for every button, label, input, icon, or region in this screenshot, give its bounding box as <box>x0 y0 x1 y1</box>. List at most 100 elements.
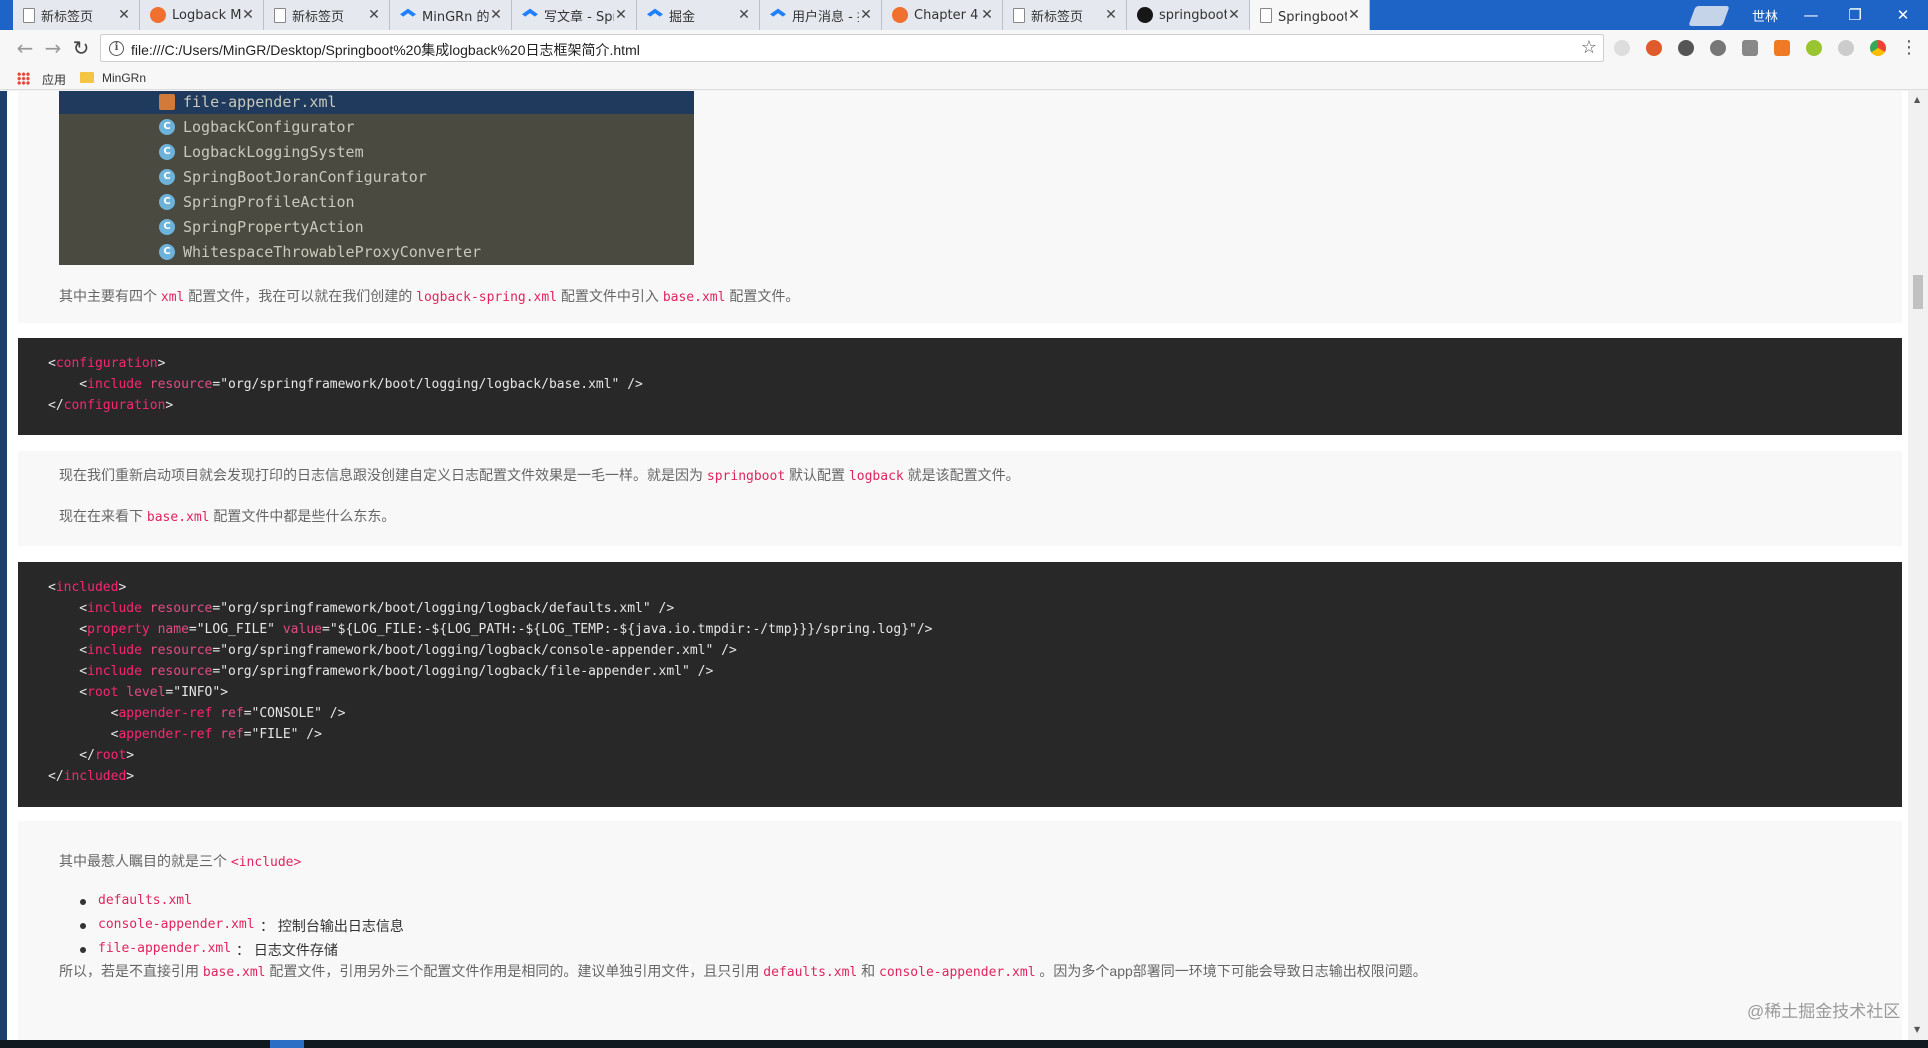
bullet-dot <box>80 947 86 953</box>
browser-tab[interactable]: MinGRn 的个人主页✕ <box>390 0 512 30</box>
code-token: level <box>126 685 166 700</box>
class-icon: C <box>159 219 175 235</box>
code-token: /> <box>619 377 643 392</box>
inline-code: defaults.xml <box>98 893 192 908</box>
vertical-scrollbar[interactable]: ▲ ▼ <box>1908 91 1928 1040</box>
shield-icon[interactable] <box>1742 40 1758 56</box>
code-token: > <box>118 580 127 595</box>
close-icon[interactable]: ✕ <box>859 8 873 22</box>
close-icon[interactable]: ✕ <box>1347 8 1361 22</box>
new-tab-button[interactable] <box>1688 6 1730 26</box>
code-token: /> <box>298 727 322 742</box>
code-line: </root> <box>48 748 134 763</box>
close-icon[interactable]: ✕ <box>117 8 131 22</box>
tree-item-label: WhitespaceThrowableProxyConverter <box>183 243 482 261</box>
browser-tab[interactable]: Springboot 集成✕ <box>1250 0 1370 30</box>
code-token: /> <box>321 706 346 721</box>
code-token: value <box>282 622 322 637</box>
extension-icon[interactable] <box>1774 40 1790 56</box>
code-token: resource <box>149 643 213 658</box>
taskbar-item[interactable] <box>270 1040 304 1048</box>
bookmark-folder-mingrn[interactable]: MinGRn <box>102 71 146 85</box>
minimize-icon[interactable]: — <box>1796 4 1826 26</box>
tab-title: 新标签页 <box>41 9 94 25</box>
tree-item-label: SpringProfileAction <box>183 193 355 211</box>
code-token: > <box>157 356 166 371</box>
close-icon[interactable]: ✕ <box>241 8 255 22</box>
bullet-dot <box>80 923 86 929</box>
close-icon[interactable]: ✕ <box>367 8 381 22</box>
text: 其中最惹人瞩目的就是三个 <box>59 853 231 869</box>
chrome-icon[interactable] <box>1870 40 1886 56</box>
code-token: include <box>87 377 142 392</box>
close-icon[interactable]: ✕ <box>489 8 503 22</box>
extension-icon[interactable] <box>1678 40 1694 56</box>
browser-tab[interactable]: 新标签页 ✕ <box>1003 0 1127 30</box>
code-token: < <box>48 601 88 616</box>
code-token: included <box>63 769 127 784</box>
page-icon <box>274 7 286 23</box>
close-icon[interactable]: ✕ <box>737 8 751 22</box>
code-token: /> <box>689 664 714 679</box>
scroll-up-icon[interactable]: ▲ <box>1914 95 1920 104</box>
content-section: 现在我们重新启动项目就会发现打印的日志信息跟没创建自定义日志配置文件效果是一毛一… <box>18 451 1902 546</box>
tab-title: Logback Manual <box>172 7 241 23</box>
folder-icon[interactable] <box>80 72 94 83</box>
code-token: </ <box>48 769 64 784</box>
url-omnibox[interactable]: i file:///C:/Users/MinGR/Desktop/Springb… <box>100 34 1604 62</box>
browser-tab[interactable]: 掘金 ✕ <box>637 0 760 30</box>
close-icon[interactable]: ✕ <box>980 8 994 22</box>
reload-icon[interactable]: ↻ <box>70 37 92 59</box>
code-block[interactable]: <included> <include resource="org/spring… <box>18 562 1902 807</box>
browser-tab[interactable]: 用户消息 - 掘金✕ <box>760 0 882 30</box>
scroll-thumb[interactable] <box>1913 275 1923 309</box>
browser-tab[interactable]: 写文章 - SpringBoot✕ <box>512 0 637 30</box>
extension-icon[interactable] <box>1646 40 1662 56</box>
class-icon: C <box>159 144 175 160</box>
close-icon[interactable]: ✕ <box>1104 8 1118 22</box>
extension-icon[interactable] <box>1838 40 1854 56</box>
orange-circle-icon <box>892 7 908 23</box>
browser-tab[interactable]: springboot-learning✕ <box>1127 0 1250 30</box>
content-section: file-appender.xml C LogbackConfigurator C Lo… <box>18 91 1902 323</box>
code-block[interactable]: <configuration> <include resource="org/s… <box>18 338 1902 435</box>
browser-tab[interactable]: Logback Manual✕ <box>140 0 264 30</box>
close-window-icon[interactable]: ✕ <box>1888 4 1918 26</box>
code-token: = <box>243 727 252 742</box>
restore-icon[interactable]: ❐ <box>1840 4 1870 26</box>
text: 就是该配置文件。 <box>903 467 1020 483</box>
scroll-down-icon[interactable]: ▼ <box>1914 1025 1920 1034</box>
browser-tab[interactable]: 新标签页 ✕ <box>264 0 390 30</box>
code-token: /> <box>916 622 933 637</box>
browser-tab[interactable]: 新标签页 ✕ <box>13 0 140 30</box>
extension-icon[interactable] <box>1614 40 1630 56</box>
apps-bookmark[interactable]: 应用 <box>42 71 66 88</box>
back-icon[interactable]: ← <box>14 37 36 59</box>
text: 配置文件，我在可以就在我们创建的 <box>184 288 417 304</box>
paragraph: 所以，若是不直接引用 base.xml 配置文件，引用另外三个配置文件作用是相同… <box>59 961 1427 981</box>
tab-title: 新标签页 <box>1031 9 1084 25</box>
code-token: > <box>220 685 229 700</box>
url-text[interactable]: file:///C:/Users/MinGR/Desktop/Springboo… <box>131 40 640 60</box>
browser-tab[interactable]: Chapter 4: Appenders✕ <box>882 0 1003 30</box>
bookmark-star-icon[interactable]: ☆ <box>1581 37 1597 58</box>
code-token: > <box>126 769 135 784</box>
tab-title: MinGRn 的个人主页 <box>422 9 489 25</box>
window-user-label[interactable]: 世林 <box>1752 6 1778 25</box>
tab-title: Chapter 4: Appenders <box>914 7 980 23</box>
extension-icon[interactable] <box>1806 40 1822 56</box>
tab-title: springboot-learning <box>1159 7 1227 23</box>
apps-icon[interactable] <box>17 72 30 85</box>
info-icon[interactable]: i <box>109 41 124 56</box>
code-token: root <box>87 685 119 700</box>
menu-icon[interactable]: ⋮ <box>1898 37 1920 59</box>
forward-icon[interactable]: → <box>42 37 64 59</box>
close-icon[interactable]: ✕ <box>614 8 628 22</box>
code-token: > <box>165 398 174 413</box>
close-icon[interactable]: ✕ <box>1227 8 1241 22</box>
file-tree-screenshot: file-appender.xml C LogbackConfigurator C Lo… <box>59 91 694 265</box>
code-line: <root level="INFO"> <box>48 685 228 700</box>
inline-code: console-appender.xml <box>879 965 1036 980</box>
extension-icon[interactable] <box>1710 40 1726 56</box>
